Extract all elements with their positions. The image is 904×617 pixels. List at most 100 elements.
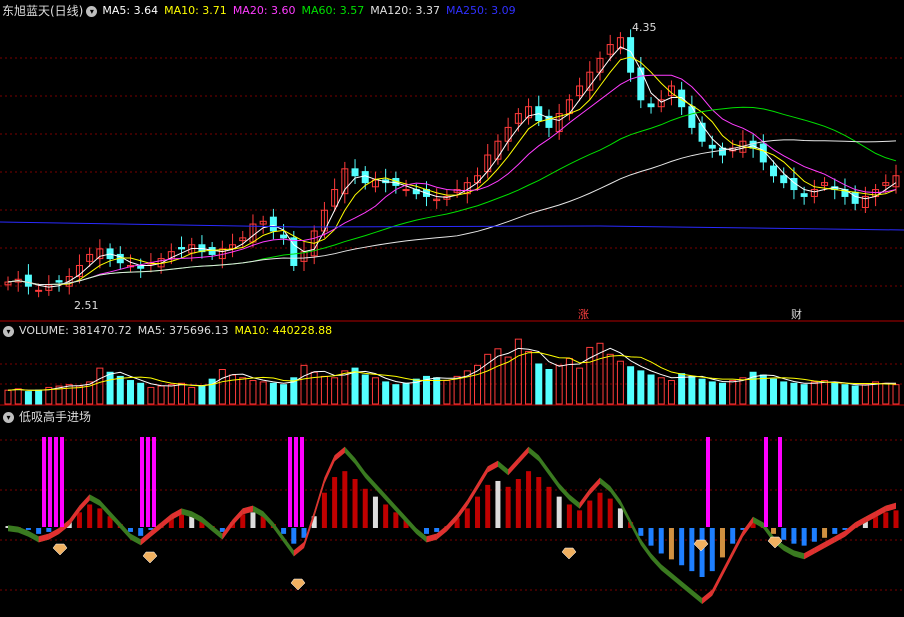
candle-body	[851, 191, 859, 204]
oscillator-bar	[515, 479, 521, 528]
volume-bar	[433, 377, 441, 405]
oscillator-bar	[526, 471, 532, 528]
volume-bar	[341, 370, 349, 405]
volume-bar	[259, 381, 267, 405]
volume-bar	[167, 384, 175, 405]
candle-body	[269, 216, 277, 232]
indicator-panel-header: ▾ 低吸高手进场	[0, 409, 91, 425]
volume-bar	[351, 367, 359, 405]
volume-bar	[627, 366, 635, 405]
oscillator-ribbon-up	[814, 542, 825, 554]
volume-bar	[14, 388, 22, 405]
event-marker-zhang[interactable]: 涨	[578, 306, 589, 322]
oscillator-bar	[495, 480, 501, 528]
signal-bar	[146, 437, 150, 527]
oscillator-bar	[372, 496, 378, 528]
oscillator-bar	[791, 528, 797, 544]
oscillator-ribbon-up	[508, 458, 519, 476]
ma60-label: MA60: 3.57	[301, 4, 365, 17]
chevron-down-icon[interactable]: ▾	[86, 5, 98, 17]
chevron-down-icon[interactable]: ▾	[3, 325, 14, 337]
volume-ma5-label: MA5: 375696.13	[137, 324, 229, 337]
candle-body	[780, 175, 788, 184]
oscillator-ribbon-up	[712, 570, 723, 596]
ma250-label: MA250: 3.09	[445, 4, 516, 17]
candle-body	[698, 122, 706, 142]
volume-bar	[126, 380, 134, 405]
signal-bar	[294, 437, 298, 527]
volume-bar	[280, 384, 288, 405]
volume-bar	[892, 384, 900, 405]
volume-bar	[239, 377, 247, 405]
oscillator-ribbon-up	[589, 477, 600, 495]
oscillator-bar	[250, 512, 256, 528]
volume-bar	[831, 382, 839, 405]
oscillator-bar	[730, 528, 736, 544]
volume-bar	[851, 385, 859, 405]
oscillator-bar	[76, 512, 82, 528]
oscillator-ribbon-up	[885, 502, 896, 512]
volume-bar	[616, 360, 624, 405]
volume-bar	[137, 382, 145, 405]
volume-bar	[770, 378, 778, 405]
oscillator-bar	[607, 498, 613, 528]
oscillator-bar	[393, 512, 399, 528]
volume-bar	[96, 367, 104, 405]
low-price-label: 2.51	[74, 299, 99, 312]
oscillator-bar	[321, 492, 327, 528]
signal-bar	[300, 437, 304, 527]
oscillator-ribbon-up	[518, 446, 529, 464]
oscillator-bar	[699, 528, 705, 577]
ma250-line	[0, 221, 904, 231]
oscillator-bar	[179, 514, 185, 528]
diamond-buy-icon	[693, 539, 709, 552]
chevron-down-icon[interactable]: ▾	[3, 411, 14, 423]
oscillator-bar	[97, 508, 103, 528]
candle-body	[800, 193, 808, 197]
oscillator-bar	[577, 510, 583, 528]
oscillator-bar	[597, 492, 603, 528]
oscillator-bar	[658, 528, 664, 554]
signal-bar	[48, 437, 52, 527]
oscillator-bar	[556, 496, 562, 528]
candle-body	[178, 247, 186, 250]
signal-bar	[706, 437, 710, 527]
candle-body	[35, 289, 43, 292]
oscillator-bar	[648, 528, 654, 546]
signal-bar	[60, 437, 64, 527]
oscillator-bar	[332, 477, 338, 528]
oscillator-bar	[617, 508, 623, 528]
volume-bar	[657, 377, 665, 405]
oscillator-bar	[689, 528, 695, 572]
ma10-line	[7, 56, 897, 286]
volume-bar	[555, 364, 563, 405]
volume-bar	[688, 375, 696, 405]
volume-bar	[218, 369, 226, 405]
volume-bar	[535, 363, 543, 405]
oscillator-bar	[362, 488, 368, 528]
ma20-label: MA20: 3.60	[232, 4, 296, 17]
candle-body	[55, 280, 63, 283]
oscillator-ribbon-up	[844, 522, 856, 537]
oscillator-bar	[505, 486, 511, 528]
event-marker-cai[interactable]: 财	[791, 306, 802, 322]
stock-chart[interactable]	[0, 0, 904, 617]
oscillator-bar	[668, 528, 674, 560]
volume-bar	[269, 382, 277, 405]
diamond-buy-icon	[561, 547, 577, 560]
signal-bar	[778, 437, 782, 527]
ma5-line	[7, 46, 897, 288]
oscillator-ribbon-up	[487, 460, 498, 473]
diamond-buy-icon	[52, 543, 68, 556]
oscillator-bar	[383, 504, 389, 528]
volume-bar	[525, 351, 533, 405]
volume-panel-header: ▾ VOLUME: 381470.72 MA5: 375696.13 MA10:…	[0, 323, 338, 339]
oscillator-bar	[883, 512, 889, 528]
oscillator-bar	[423, 528, 429, 534]
oscillator-bar	[301, 528, 307, 538]
oscillator-bar	[138, 528, 144, 536]
oscillator-bar	[464, 508, 470, 528]
oscillator-ribbon-up	[804, 547, 815, 560]
volume-bar	[606, 353, 614, 405]
stock-title: 东旭蓝天(日线)	[2, 4, 84, 18]
